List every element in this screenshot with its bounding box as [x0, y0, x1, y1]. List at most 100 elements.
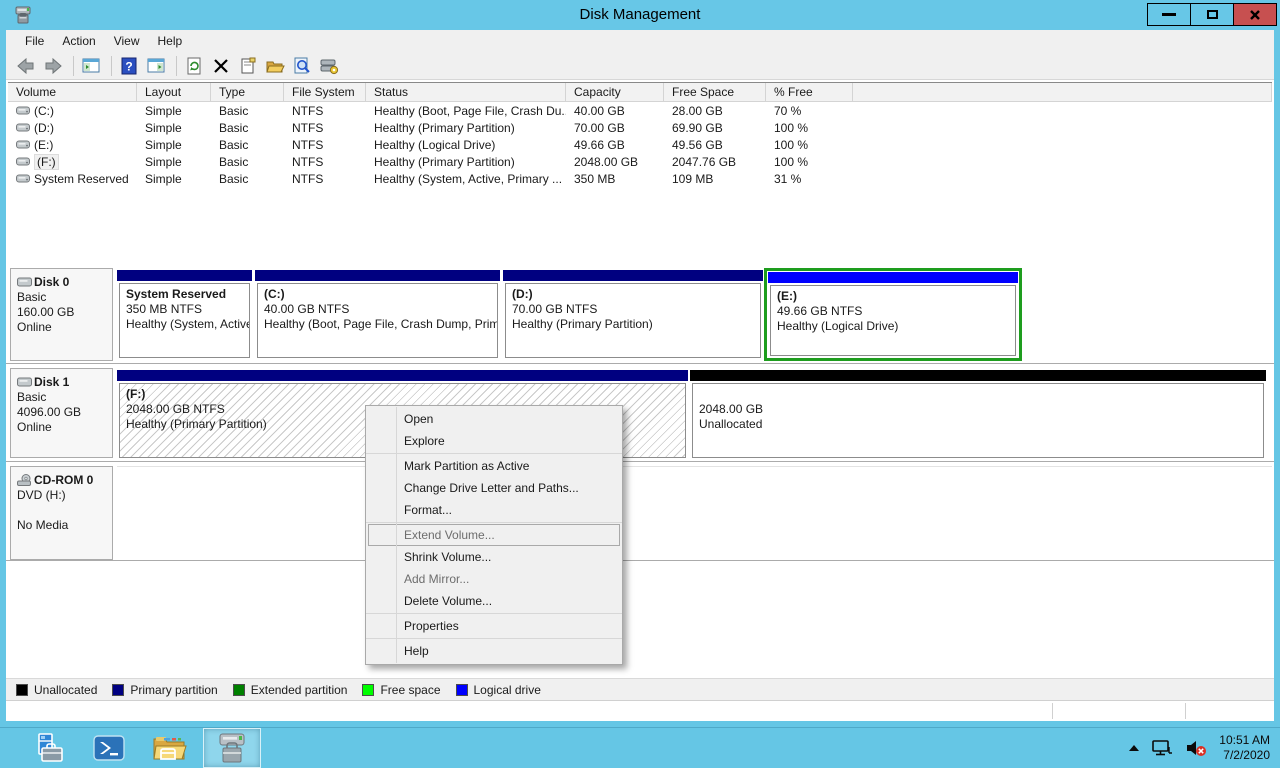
volume-row-f[interactable]: (F:) Simple Basic NTFS Healthy (Primary …	[8, 153, 1272, 170]
disk1-row: Disk 1 Basic 4096.00 GB Online (F:) 2048…	[6, 368, 1274, 458]
unallocated-space[interactable]: 2048.00 GB Unallocated	[690, 370, 1266, 458]
menu-file[interactable]: File	[16, 31, 53, 51]
cell-free: 2047.76 GB	[664, 155, 766, 169]
col-status[interactable]: Status	[366, 83, 566, 101]
disk-status: Online	[17, 320, 108, 335]
menu-item-change-drive-letter[interactable]: Change Drive Letter and Paths...	[366, 477, 622, 499]
volume-icon	[16, 157, 30, 167]
taskbar-disk-management-active[interactable]	[203, 728, 261, 768]
show-hidden-icons-button[interactable]	[1129, 745, 1139, 751]
disk-settings-button[interactable]	[317, 54, 341, 78]
cell-status: Healthy (Primary Partition)	[366, 121, 566, 135]
partition-d[interactable]: (D:) 70.00 GB NTFS Healthy (Primary Part…	[503, 270, 763, 358]
help-button[interactable]: ?	[117, 54, 141, 78]
status-divider	[1052, 703, 1053, 719]
row-divider	[6, 363, 1274, 364]
cell-status: Healthy (System, Active, Primary ...	[366, 172, 566, 186]
properties-button[interactable]	[236, 54, 260, 78]
col-file-system[interactable]: File System	[284, 83, 366, 101]
menu-item-format[interactable]: Format...	[366, 499, 622, 521]
window-title: Disk Management	[0, 6, 1280, 23]
menu-item-open[interactable]: Open	[366, 408, 622, 430]
status-bar	[6, 700, 1274, 721]
window-titlebar[interactable]: Disk Management	[0, 0, 1280, 30]
col-capacity[interactable]: Capacity	[566, 83, 664, 101]
refresh-button[interactable]	[182, 54, 206, 78]
partition-c[interactable]: (C:) 40.00 GB NTFS Healthy (Boot, Page F…	[255, 270, 500, 358]
menu-view[interactable]: View	[105, 31, 149, 51]
col-type[interactable]: Type	[211, 83, 284, 101]
col-free-space[interactable]: Free Space	[664, 83, 766, 101]
disk0-label-panel[interactable]: Disk 0 Basic 160.00 GB Online	[10, 268, 113, 361]
menu-item-shrink-volume[interactable]: Shrink Volume...	[366, 546, 622, 568]
cell-free: 49.56 GB	[664, 138, 766, 152]
menu-item-add-mirror: Add Mirror...	[366, 568, 622, 590]
forward-button[interactable]	[41, 54, 65, 78]
delete-icon	[212, 57, 230, 75]
unallocated-strip	[690, 370, 1266, 381]
row-divider	[6, 560, 1274, 561]
minimize-button[interactable]	[1147, 3, 1191, 26]
server-manager-icon	[30, 732, 66, 764]
maximize-button[interactable]	[1190, 3, 1234, 26]
menu-item-mark-partition-active[interactable]: Mark Partition as Active	[366, 455, 622, 477]
volume-row-c[interactable]: (C:) Simple Basic NTFS Healthy (Boot, Pa…	[8, 102, 1272, 119]
volume-row-system-reserved[interactable]: System Reserved Simple Basic NTFS Health…	[8, 170, 1272, 187]
col-volume[interactable]: Volume	[8, 83, 137, 101]
taskbar-server-manager[interactable]	[22, 728, 74, 768]
legend-label: Free space	[380, 683, 440, 697]
context-menu-gutter	[396, 407, 397, 663]
disk0-row: Disk 0 Basic 160.00 GB Online System Res…	[6, 268, 1274, 361]
disk-size: 4096.00 GB	[17, 405, 108, 420]
primary-partition-swatch	[112, 684, 124, 696]
partition-system-reserved[interactable]: System Reserved 350 MB NTFS Healthy (Sys…	[117, 270, 252, 358]
help-icon: ?	[119, 56, 139, 76]
powershell-icon	[93, 733, 125, 763]
cell-capacity: 70.00 GB	[566, 121, 664, 135]
show-action-pane-button[interactable]	[144, 54, 168, 78]
system-tray: 10:51 AM 7/2/2020	[1129, 728, 1280, 768]
clock-date: 7/2/2020	[1219, 748, 1270, 763]
cell-pct: 100 %	[766, 155, 853, 169]
taskbar-clock[interactable]: 10:51 AM 7/2/2020	[1219, 733, 1270, 763]
col-layout[interactable]: Layout	[137, 83, 211, 101]
close-button[interactable]	[1233, 3, 1277, 26]
menu-item-explore[interactable]: Explore	[366, 430, 622, 452]
view-details-button[interactable]	[290, 54, 314, 78]
cell-free: 69.90 GB	[664, 121, 766, 135]
disk1-label-panel[interactable]: Disk 1 Basic 4096.00 GB Online	[10, 368, 113, 458]
cell-fs: NTFS	[284, 155, 366, 169]
menu-help[interactable]: Help	[149, 31, 192, 51]
volume-row-e[interactable]: (E:) Simple Basic NTFS Healthy (Logical …	[8, 136, 1272, 153]
menu-item-properties[interactable]: Properties	[366, 615, 622, 637]
close-icon	[1249, 9, 1261, 21]
legend-primary-partition: Primary partition	[112, 683, 217, 697]
col-pct-free[interactable]: % Free	[766, 83, 853, 101]
taskbar-file-explorer[interactable]	[146, 728, 192, 768]
open-folder-icon	[265, 56, 285, 76]
cell-fs: NTFS	[284, 121, 366, 135]
partition-size: 70.00 GB NTFS	[512, 302, 760, 317]
menu-action[interactable]: Action	[53, 31, 104, 51]
volume-muted-icon[interactable]	[1185, 739, 1207, 757]
volume-name: (D:)	[34, 121, 54, 135]
cdrom-icon	[17, 474, 32, 487]
volume-icon	[16, 140, 30, 150]
partition-e-extended-selected[interactable]: (E:) 49.66 GB NTFS Healthy (Logical Driv…	[764, 268, 1022, 361]
cdrom-label-panel[interactable]: CD-ROM 0 DVD (H:) No Media	[10, 466, 113, 560]
open-button[interactable]	[263, 54, 287, 78]
show-console-tree-button[interactable]	[79, 54, 103, 78]
disk-management-taskbar-icon	[213, 731, 251, 765]
cell-free: 28.00 GB	[664, 104, 766, 118]
back-button[interactable]	[14, 54, 38, 78]
col-filler	[853, 83, 1272, 101]
cell-pct: 70 %	[766, 104, 853, 118]
taskbar-powershell[interactable]	[88, 728, 130, 768]
volume-row-d[interactable]: (D:) Simple Basic NTFS Healthy (Primary …	[8, 119, 1272, 136]
menu-item-help[interactable]: Help	[366, 640, 622, 662]
unallocated-swatch	[16, 684, 28, 696]
partition-status: Healthy (Logical Drive)	[777, 319, 1015, 334]
menu-item-delete-volume[interactable]: Delete Volume...	[366, 590, 622, 612]
delete-button[interactable]	[209, 54, 233, 78]
network-icon[interactable]	[1151, 739, 1173, 757]
